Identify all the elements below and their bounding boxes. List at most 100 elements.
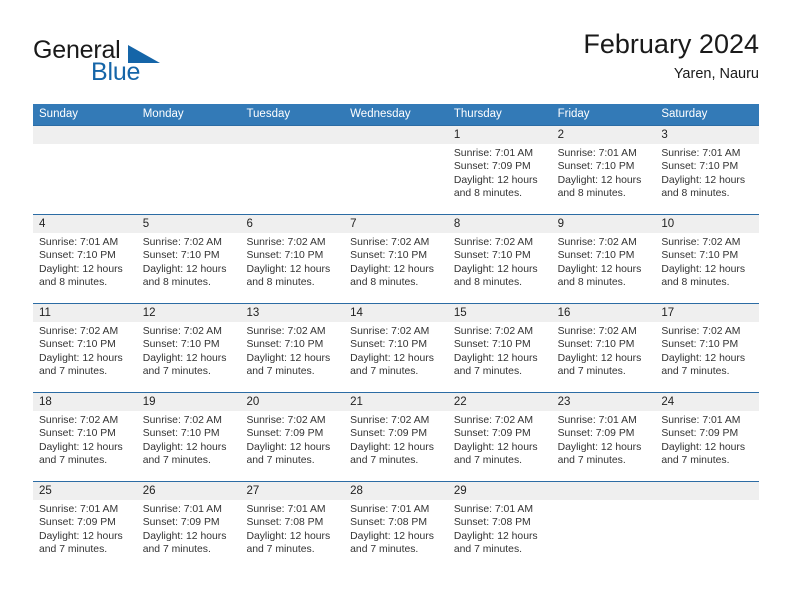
- daylight-text-line2: and 8 minutes.: [557, 277, 626, 289]
- sunrise-text: Sunrise: 7:01 AM: [39, 504, 119, 515]
- sunrise-text: Sunrise: 7:01 AM: [142, 504, 222, 515]
- day-cell[interactable]: 27 Sunrise: 7:01 AM Sunset: 7:08 PM Dayl…: [240, 482, 345, 570]
- day-number: 9: [551, 215, 656, 233]
- title-block: February 2024 Yaren, Nauru: [583, 28, 759, 84]
- calendar-page: General Blue February 2024 Yaren, Nauru …: [0, 0, 792, 612]
- day-cell[interactable]: [33, 126, 137, 214]
- day-number: 7: [344, 215, 448, 233]
- brand-logo[interactable]: General Blue: [33, 36, 233, 90]
- day-number: 22: [447, 393, 552, 411]
- day-info: Sunrise: 7:02 AM Sunset: 7:10 PM Dayligh…: [137, 322, 241, 379]
- sunrise-text: Sunrise: 7:02 AM: [39, 326, 119, 337]
- sunrise-text: Sunrise: 7:01 AM: [661, 415, 741, 426]
- sunset-text: Sunset: 7:10 PM: [350, 339, 427, 351]
- sunset-text: Sunset: 7:10 PM: [39, 339, 116, 351]
- day-cell[interactable]: 13 Sunrise: 7:02 AM Sunset: 7:10 PM Dayl…: [240, 304, 345, 392]
- day-info: [240, 144, 344, 147]
- daylight-text-line1: Daylight: 12 hours: [350, 263, 434, 275]
- sunset-text: Sunset: 7:09 PM: [39, 517, 116, 529]
- daylight-text-line2: and 7 minutes.: [246, 544, 315, 556]
- day-cell[interactable]: 19 Sunrise: 7:02 AM Sunset: 7:10 PM Dayl…: [136, 393, 241, 481]
- day-cell[interactable]: 2 Sunrise: 7:01 AM Sunset: 7:10 PM Dayli…: [551, 126, 656, 214]
- day-cell[interactable]: 26 Sunrise: 7:01 AM Sunset: 7:09 PM Dayl…: [136, 482, 241, 570]
- day-info: Sunrise: 7:01 AM Sunset: 7:09 PM Dayligh…: [137, 500, 241, 557]
- sunset-text: Sunset: 7:10 PM: [557, 161, 635, 173]
- day-number: 5: [136, 215, 241, 233]
- day-info: Sunrise: 7:01 AM Sunset: 7:09 PM Dayligh…: [33, 500, 137, 557]
- day-number: 1: [447, 126, 552, 144]
- day-cell[interactable]: 21 Sunrise: 7:02 AM Sunset: 7:09 PM Dayl…: [344, 393, 448, 481]
- day-cell[interactable]: 15 Sunrise: 7:02 AM Sunset: 7:10 PM Dayl…: [447, 304, 552, 392]
- day-number: 13: [240, 304, 345, 322]
- day-info: Sunrise: 7:01 AM Sunset: 7:09 PM Dayligh…: [552, 411, 656, 468]
- sunset-text: Sunset: 7:10 PM: [246, 250, 324, 262]
- daylight-text-line2: and 7 minutes.: [246, 455, 315, 467]
- day-cell[interactable]: [655, 482, 760, 570]
- day-cell[interactable]: 18 Sunrise: 7:02 AM Sunset: 7:10 PM Dayl…: [33, 393, 137, 481]
- day-cell[interactable]: 12 Sunrise: 7:02 AM Sunset: 7:10 PM Dayl…: [136, 304, 241, 392]
- day-number: 29: [447, 482, 552, 500]
- day-number: [551, 482, 656, 500]
- day-cell[interactable]: 14 Sunrise: 7:02 AM Sunset: 7:10 PM Dayl…: [344, 304, 448, 392]
- day-cell[interactable]: 24 Sunrise: 7:01 AM Sunset: 7:09 PM Dayl…: [655, 393, 760, 481]
- daylight-text-line1: Daylight: 12 hours: [350, 441, 434, 453]
- day-cell[interactable]: 7 Sunrise: 7:02 AM Sunset: 7:10 PM Dayli…: [344, 215, 448, 303]
- sunrise-text: Sunrise: 7:01 AM: [246, 504, 326, 515]
- daylight-text-line1: Daylight: 12 hours: [39, 530, 123, 542]
- sunset-text: Sunset: 7:08 PM: [350, 517, 427, 529]
- day-cell[interactable]: [136, 126, 241, 214]
- daylight-text-line2: and 7 minutes.: [142, 455, 211, 467]
- day-cell[interactable]: [240, 126, 345, 214]
- daylight-text-line1: Daylight: 12 hours: [39, 352, 123, 364]
- sunrise-text: Sunrise: 7:01 AM: [661, 148, 741, 159]
- day-info: [552, 500, 656, 503]
- day-cell[interactable]: 10 Sunrise: 7:02 AM Sunset: 7:10 PM Dayl…: [655, 215, 760, 303]
- daylight-text-line1: Daylight: 12 hours: [453, 174, 538, 186]
- day-number: [344, 126, 448, 144]
- page-title: February 2024: [583, 29, 759, 59]
- day-number: 19: [136, 393, 241, 411]
- day-cell[interactable]: 9 Sunrise: 7:02 AM Sunset: 7:10 PM Dayli…: [551, 215, 656, 303]
- day-cell[interactable]: 23 Sunrise: 7:01 AM Sunset: 7:09 PM Dayl…: [551, 393, 656, 481]
- day-cell[interactable]: [344, 126, 448, 214]
- daylight-text-line2: and 7 minutes.: [453, 455, 523, 467]
- day-cell[interactable]: 25 Sunrise: 7:01 AM Sunset: 7:09 PM Dayl…: [33, 482, 137, 570]
- daylight-text-line1: Daylight: 12 hours: [557, 174, 642, 186]
- day-cell[interactable]: 17 Sunrise: 7:02 AM Sunset: 7:10 PM Dayl…: [655, 304, 760, 392]
- daylight-text-line1: Daylight: 12 hours: [142, 352, 227, 364]
- day-number: [240, 126, 345, 144]
- day-cell[interactable]: 3 Sunrise: 7:01 AM Sunset: 7:10 PM Dayli…: [655, 126, 760, 214]
- day-cell[interactable]: 28 Sunrise: 7:01 AM Sunset: 7:08 PM Dayl…: [344, 482, 448, 570]
- day-info: Sunrise: 7:02 AM Sunset: 7:10 PM Dayligh…: [33, 322, 137, 379]
- daylight-text-line1: Daylight: 12 hours: [246, 530, 331, 542]
- day-cell[interactable]: 1 Sunrise: 7:01 AM Sunset: 7:09 PM Dayli…: [447, 126, 552, 214]
- sunset-text: Sunset: 7:10 PM: [39, 250, 116, 262]
- day-number: 23: [551, 393, 656, 411]
- day-info: Sunrise: 7:02 AM Sunset: 7:10 PM Dayligh…: [448, 233, 552, 290]
- day-number: 15: [447, 304, 552, 322]
- day-info: Sunrise: 7:02 AM Sunset: 7:10 PM Dayligh…: [655, 233, 759, 290]
- day-cell[interactable]: 22 Sunrise: 7:02 AM Sunset: 7:09 PM Dayl…: [447, 393, 552, 481]
- sunset-text: Sunset: 7:09 PM: [661, 428, 739, 440]
- daylight-text-line1: Daylight: 12 hours: [246, 441, 331, 453]
- day-cell[interactable]: 8 Sunrise: 7:02 AM Sunset: 7:10 PM Dayli…: [447, 215, 552, 303]
- day-cell[interactable]: 4 Sunrise: 7:01 AM Sunset: 7:10 PM Dayli…: [33, 215, 137, 303]
- day-cell[interactable]: 16 Sunrise: 7:02 AM Sunset: 7:10 PM Dayl…: [551, 304, 656, 392]
- daylight-text-line1: Daylight: 12 hours: [453, 530, 538, 542]
- day-number: 14: [344, 304, 448, 322]
- daylight-text-line2: and 8 minutes.: [661, 188, 730, 200]
- day-info: [137, 144, 241, 147]
- day-cell[interactable]: [551, 482, 656, 570]
- daylight-text-line1: Daylight: 12 hours: [661, 174, 746, 186]
- day-cell[interactable]: 29 Sunrise: 7:01 AM Sunset: 7:08 PM Dayl…: [447, 482, 552, 570]
- day-info: Sunrise: 7:02 AM Sunset: 7:10 PM Dayligh…: [448, 322, 552, 379]
- daylight-text-line1: Daylight: 12 hours: [557, 263, 642, 275]
- sunset-text: Sunset: 7:10 PM: [142, 428, 220, 440]
- day-cell[interactable]: 11 Sunrise: 7:02 AM Sunset: 7:10 PM Dayl…: [33, 304, 137, 392]
- day-cell[interactable]: 5 Sunrise: 7:02 AM Sunset: 7:10 PM Dayli…: [136, 215, 241, 303]
- day-info: Sunrise: 7:02 AM Sunset: 7:10 PM Dayligh…: [655, 322, 759, 379]
- day-cell[interactable]: 6 Sunrise: 7:02 AM Sunset: 7:10 PM Dayli…: [240, 215, 345, 303]
- day-cell[interactable]: 20 Sunrise: 7:02 AM Sunset: 7:09 PM Dayl…: [240, 393, 345, 481]
- day-info: Sunrise: 7:01 AM Sunset: 7:08 PM Dayligh…: [240, 500, 344, 557]
- sunset-text: Sunset: 7:10 PM: [661, 161, 739, 173]
